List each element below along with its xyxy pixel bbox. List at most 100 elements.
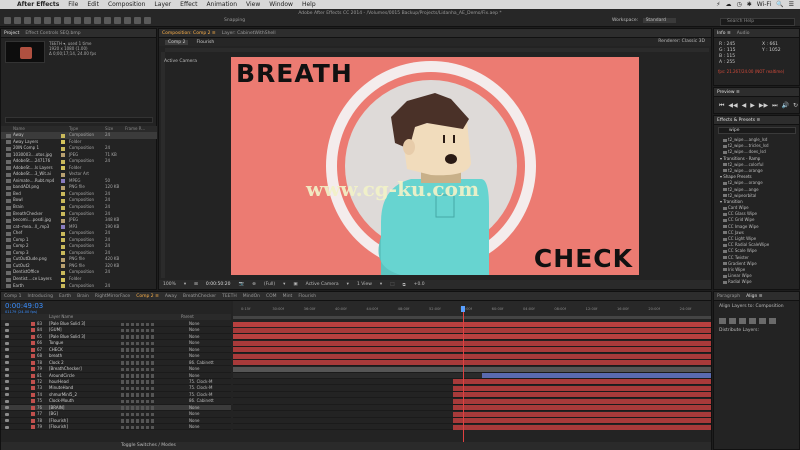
visibility-eye-icon[interactable]: [5, 335, 9, 339]
layer-duration-bar[interactable]: [452, 379, 711, 385]
camera-tool-icon[interactable]: [54, 17, 61, 24]
visibility-eye-icon[interactable]: [5, 386, 9, 390]
layer-parent-select[interactable]: None: [189, 347, 199, 353]
visibility-eye-icon[interactable]: [5, 399, 9, 403]
menu-window[interactable]: Window: [269, 1, 293, 8]
timeline-tab[interactable]: TEETH: [222, 294, 237, 299]
timeline-tab[interactable]: Comp 1: [4, 294, 21, 299]
layer-duration-bar[interactable]: [452, 418, 711, 424]
prev-frame-fast-icon[interactable]: ◀◀: [728, 102, 737, 110]
align-left-icon[interactable]: [719, 318, 726, 324]
timeline-tab[interactable]: Introducing: [27, 294, 53, 299]
timeline-tab[interactable]: MindOn: [243, 294, 260, 299]
status-icon-4[interactable]: ✱: [747, 1, 752, 8]
layer-name[interactable]: breath: [49, 353, 115, 359]
layer-label-color[interactable]: [31, 360, 35, 365]
item-label-color[interactable]: [61, 231, 65, 236]
visibility-eye-icon[interactable]: [5, 374, 9, 377]
menu-edit[interactable]: Edit: [87, 1, 99, 8]
viewer-control-5[interactable]: ⊕: [252, 282, 256, 287]
brush-tool-icon[interactable]: [104, 17, 111, 24]
viewer-control-2[interactable]: ⊞: [194, 282, 198, 287]
item-label-color[interactable]: [61, 146, 65, 151]
align-center-v-icon[interactable]: [759, 318, 766, 324]
visibility-eye-icon[interactable]: [5, 367, 9, 371]
type-tool-icon[interactable]: [94, 17, 101, 24]
layer-label-color[interactable]: [31, 322, 35, 326]
hand-tool-icon[interactable]: [24, 17, 31, 24]
layer-duration-bar[interactable]: [233, 373, 482, 378]
layer-duration-bar[interactable]: [452, 392, 711, 398]
visibility-eye-icon[interactable]: [5, 406, 9, 410]
layer-switches[interactable]: [121, 348, 155, 352]
tab-composition[interactable]: Composition: Comp 2 ≡: [162, 31, 216, 36]
viewer-control-1[interactable]: ▾: [184, 282, 186, 287]
visibility-eye-icon[interactable]: [5, 348, 9, 352]
item-label-color[interactable]: [61, 238, 65, 243]
align-bottom-icon[interactable]: [769, 318, 776, 324]
last-frame-icon[interactable]: ⏭: [772, 102, 777, 110]
puppet-tool-icon[interactable]: [144, 17, 151, 24]
play-icon[interactable]: ▶: [750, 102, 755, 110]
col-type[interactable]: Type: [69, 126, 78, 131]
layer-name[interactable]: [BRAIN]: [49, 405, 115, 411]
menu-effect[interactable]: Effect: [180, 1, 197, 8]
item-label-color[interactable]: [61, 251, 65, 256]
layer-switches[interactable]: [121, 406, 155, 410]
layer-parent-select[interactable]: None: [189, 321, 199, 327]
viewer-control-14[interactable]: ⧉: [402, 282, 405, 288]
first-frame-icon[interactable]: ⏮: [719, 102, 724, 110]
col-size[interactable]: Size: [105, 126, 113, 131]
tab-effects-presets[interactable]: Effects & Presets ≡: [717, 118, 760, 123]
timeline-tab[interactable]: Mint: [283, 294, 293, 299]
zoom-tool-icon[interactable]: [34, 17, 41, 24]
loop-icon[interactable]: ↻: [793, 102, 798, 110]
item-label-color[interactable]: [61, 205, 65, 210]
item-label-color[interactable]: [61, 159, 65, 164]
layer-switches[interactable]: [121, 367, 155, 372]
item-label-color[interactable]: [61, 198, 65, 203]
item-label-color[interactable]: [61, 277, 65, 282]
work-area-bar[interactable]: [233, 316, 711, 319]
layer-parent-select[interactable]: None: [189, 327, 199, 333]
layer-name[interactable]: [Pale Blue Solid 3]: [49, 321, 115, 327]
visibility-eye-icon[interactable]: [5, 419, 9, 423]
project-search-input[interactable]: [5, 117, 153, 123]
timeline-tab[interactable]: Brain: [77, 294, 89, 299]
menu-help[interactable]: Help: [302, 1, 316, 8]
align-right-icon[interactable]: [739, 318, 746, 324]
toggle-switches-modes[interactable]: Toggle Switches / Modes: [1, 442, 711, 450]
viewer-control-13[interactable]: ⬚: [390, 282, 394, 287]
layer-switches[interactable]: [121, 322, 155, 326]
item-label-color[interactable]: [61, 218, 65, 223]
layer-duration-bar[interactable]: [233, 347, 711, 353]
layer-label-color[interactable]: [31, 367, 35, 372]
item-label-color[interactable]: [61, 225, 65, 230]
notification-icon[interactable]: ☰: [789, 1, 794, 8]
layer-name[interactable]: [Flourish]: [49, 418, 115, 424]
layer-parent-select[interactable]: None: [189, 424, 199, 430]
clone-tool-icon[interactable]: [114, 17, 121, 24]
layer-parent-select[interactable]: None: [189, 405, 199, 411]
tab-layer[interactable]: Layer: CabinetWithShell: [222, 31, 276, 36]
layer-switches[interactable]: [121, 328, 155, 333]
visibility-eye-icon[interactable]: [5, 322, 9, 326]
layer-label-color[interactable]: [31, 386, 35, 391]
layer-duration-bar[interactable]: [452, 411, 711, 417]
layer-switches[interactable]: [121, 386, 155, 391]
tab-effect-controls[interactable]: Effect Controls SEQ.bmp: [25, 31, 80, 36]
timeline-tab[interactable]: Earth: [59, 294, 71, 299]
visibility-eye-icon[interactable]: [5, 393, 9, 397]
layer-parent-select[interactable]: 86. Cabinett: [189, 398, 214, 404]
visibility-eye-icon[interactable]: [5, 380, 9, 384]
menu-animation[interactable]: Animation: [206, 1, 237, 8]
timeline-layer[interactable]: 79 [Flourish] None: [1, 424, 231, 431]
tab-preview[interactable]: Preview ≡: [717, 90, 740, 95]
layer-label-color[interactable]: [31, 328, 35, 333]
spotlight-icon[interactable]: 🔍: [776, 1, 783, 8]
layer-parent-select[interactable]: 75. Clock-M: [189, 379, 212, 385]
item-label-color[interactable]: [61, 270, 65, 275]
viewer-control-6[interactable]: (Full): [264, 282, 275, 287]
layer-label-color[interactable]: [31, 379, 35, 384]
search-help-input[interactable]: Search Help: [720, 18, 795, 26]
